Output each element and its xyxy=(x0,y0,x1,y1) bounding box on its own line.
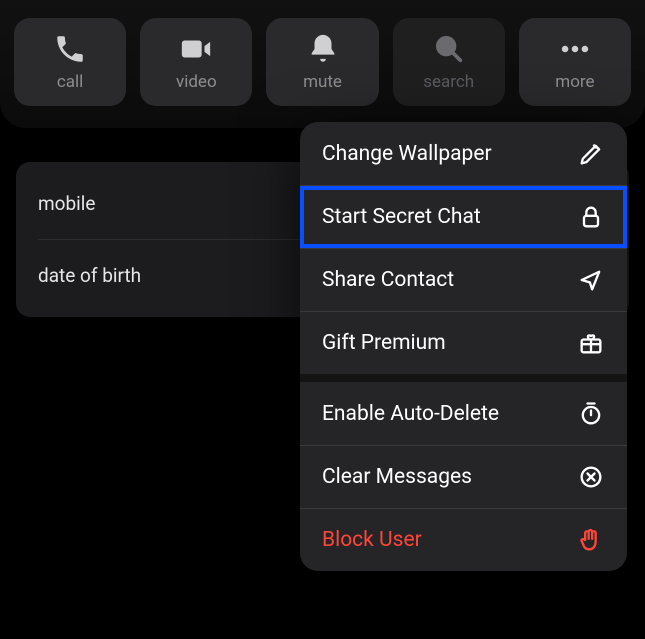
menu-label: Enable Auto-Delete xyxy=(322,402,577,426)
menu-label: Clear Messages xyxy=(322,465,577,489)
video-label: video xyxy=(176,72,217,92)
video-button[interactable]: video xyxy=(140,18,252,106)
clear-chat-icon xyxy=(577,463,605,491)
menu-item-start-secret-chat[interactable]: Start Secret Chat xyxy=(300,185,627,248)
share-icon xyxy=(577,266,605,294)
gift-icon xyxy=(577,329,605,357)
more-button[interactable]: more xyxy=(519,18,631,106)
video-icon xyxy=(179,32,213,66)
timer-icon xyxy=(577,400,605,428)
menu-label: Change Wallpaper xyxy=(322,142,577,166)
menu-label: Start Secret Chat xyxy=(322,205,577,229)
menu-item-enable-auto-delete[interactable]: Enable Auto-Delete xyxy=(300,382,627,445)
search-button[interactable]: search xyxy=(393,18,505,106)
bell-icon xyxy=(306,32,340,66)
menu-label: Share Contact xyxy=(322,268,577,292)
menu-item-gift-premium[interactable]: Gift Premium xyxy=(300,311,627,374)
call-label: call xyxy=(57,72,83,92)
menu-item-share-contact[interactable]: Share Contact xyxy=(300,248,627,311)
menu-label: Gift Premium xyxy=(322,331,577,355)
search-icon xyxy=(432,32,466,66)
menu-item-clear-messages[interactable]: Clear Messages xyxy=(300,445,627,508)
action-row: call video mute search more xyxy=(14,18,631,106)
mute-button[interactable]: mute xyxy=(266,18,378,106)
more-icon xyxy=(558,32,592,66)
menu-item-change-wallpaper[interactable]: Change Wallpaper xyxy=(300,122,627,185)
hand-icon xyxy=(577,526,605,554)
menu-label: Block User xyxy=(322,528,577,552)
menu-group-2: Enable Auto-Delete Clear Messages Block … xyxy=(300,374,627,571)
phone-icon xyxy=(53,32,87,66)
lock-icon xyxy=(577,203,605,231)
menu-group-1: Change Wallpaper Start Secret Chat Share… xyxy=(300,122,627,374)
more-label: more xyxy=(555,72,594,92)
mute-label: mute xyxy=(303,72,342,92)
brush-icon xyxy=(577,140,605,168)
more-menu: Change Wallpaper Start Secret Chat Share… xyxy=(300,122,627,571)
profile-action-header: call video mute search more xyxy=(0,0,645,128)
menu-item-block-user[interactable]: Block User xyxy=(300,508,627,571)
call-button[interactable]: call xyxy=(14,18,126,106)
search-label: search xyxy=(423,72,474,92)
